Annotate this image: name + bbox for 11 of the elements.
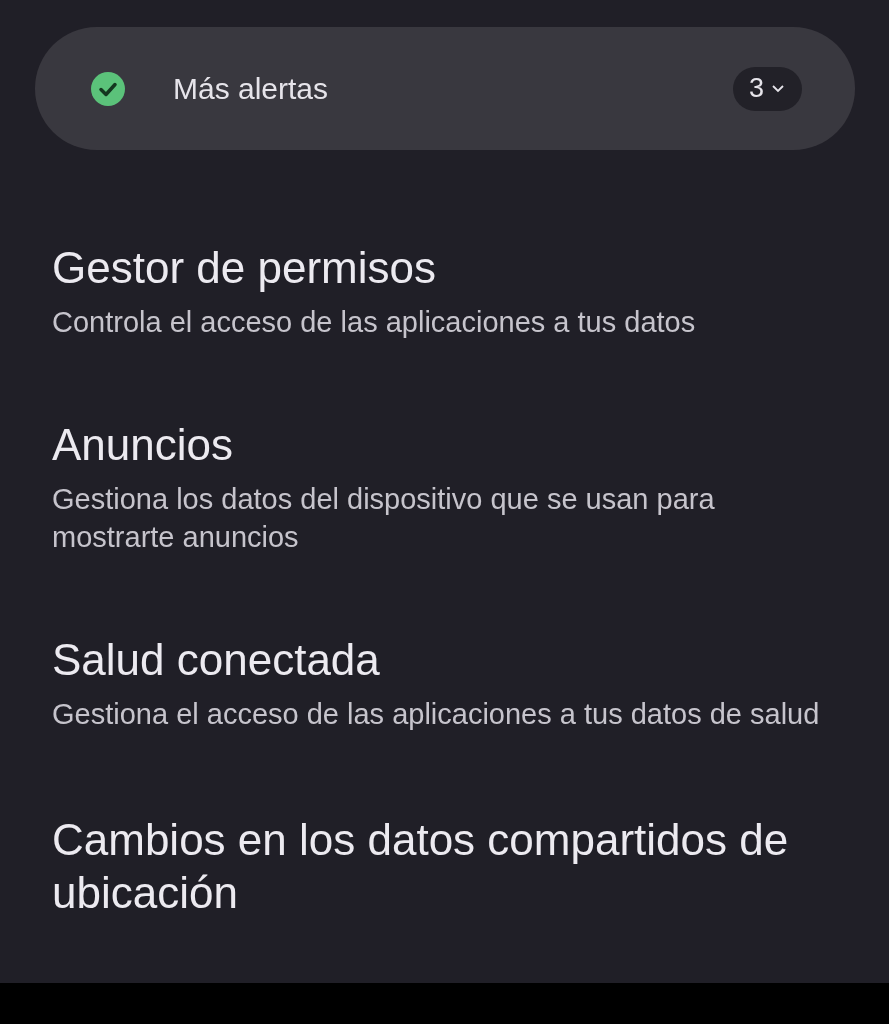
setting-title[interactable]: Anuncios — [52, 421, 825, 469]
banner-label: Más alertas — [173, 71, 329, 107]
setting-title[interactable]: Salud conectada — [52, 636, 825, 684]
setting-title[interactable]: Cambios en los datos compartidos de ubicación — [52, 813, 825, 919]
count-toggle[interactable]: 3 — [732, 66, 802, 111]
chevron-icon — [772, 84, 784, 93]
setting-title[interactable]: Gestor de permisos — [52, 244, 825, 292]
setting-description: Controla el acceso de las aplicaciones a tus datos — [52, 305, 697, 340]
setting-description: Gestiona los datos del dispositivo que se usan para mostrarte anuncios — [52, 482, 716, 555]
alert-banner[interactable]: Más alertas 3 — [35, 27, 855, 150]
setting-description: Gestiona el acceso de las aplicaciones a tus datos de salud — [52, 697, 821, 732]
